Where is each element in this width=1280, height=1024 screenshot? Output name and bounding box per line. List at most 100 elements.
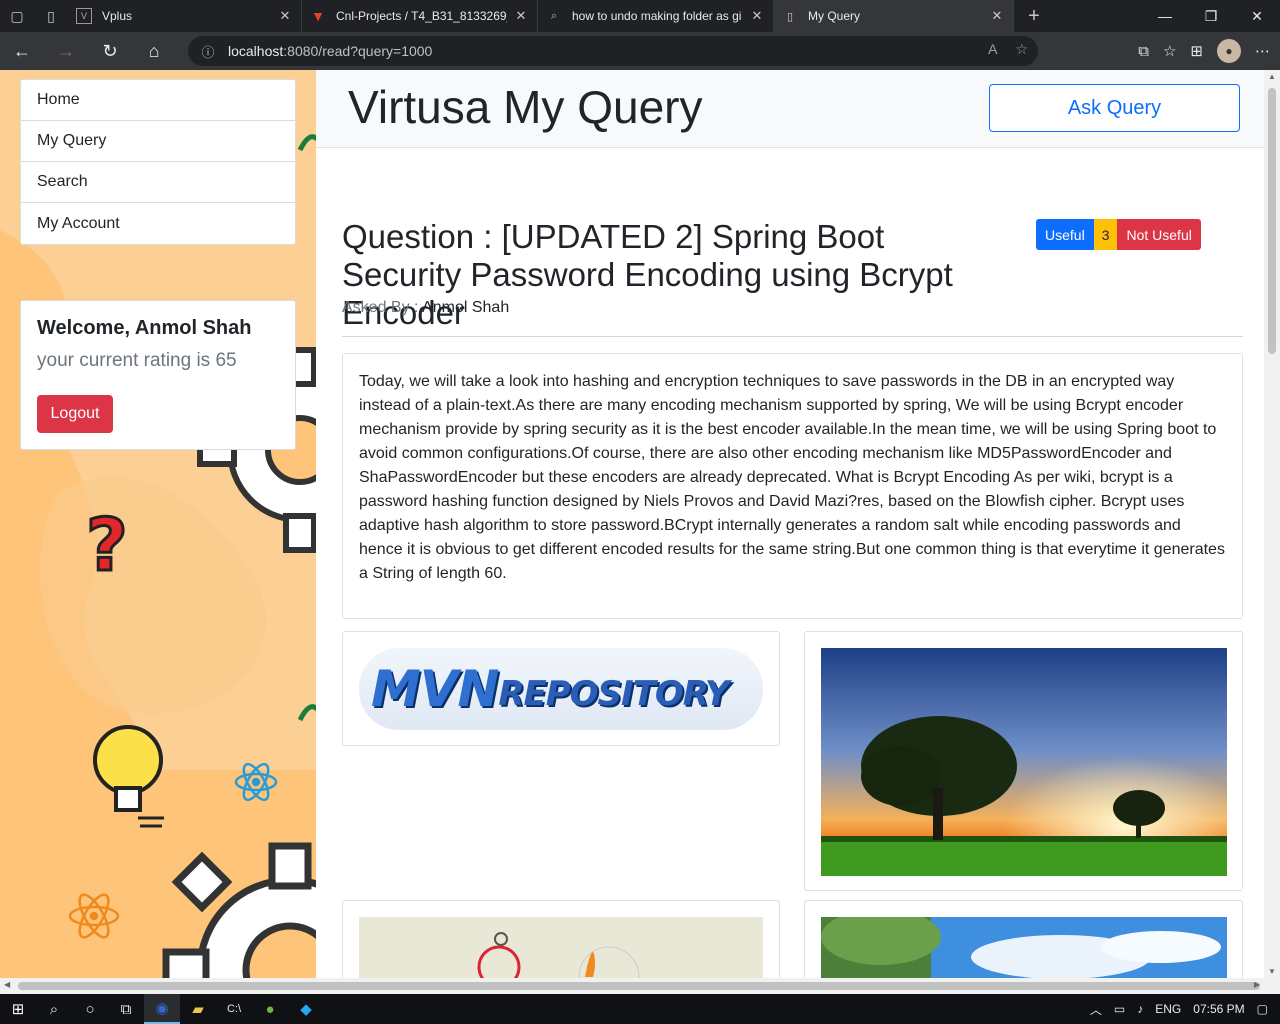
scroll-thumb[interactable] <box>1268 88 1276 354</box>
site-info-icon[interactable]: ⓘ <box>188 42 228 61</box>
asked-by: Asked By : Anmol Shah <box>342 299 509 317</box>
minimize-icon[interactable]: — <box>1142 0 1188 32</box>
gitlab-favicon-icon: ▼ <box>311 8 325 24</box>
more-menu-icon[interactable]: ⋯ <box>1255 42 1270 60</box>
tray-chevron-icon[interactable]: ︿ <box>1090 1001 1102 1018</box>
horizontal-scrollbar[interactable]: ◀ ▶ <box>0 978 1280 994</box>
vscode-icon[interactable]: ◆ <box>288 994 324 1024</box>
image-card-tree[interactable] <box>804 631 1243 891</box>
windows-taskbar: ⊞ ⌕ ○ ⧉ ◉ ▰ C:\ ● ◆ ︿ ▭ ♪ ENG 07:56 PM ▢ <box>0 994 1280 1024</box>
scroll-left-icon[interactable]: ◀ <box>4 980 10 989</box>
close-tab-icon[interactable]: ✕ <box>277 8 293 24</box>
question-body: Today, we will take a look into hashing … <box>342 353 1243 619</box>
lightbulb-icon <box>93 725 164 828</box>
vote-count-badge: 3 <box>1093 219 1118 250</box>
browser-tab-strip: ▢ ▯ V Vplus ✕ ▼ Cnl-Projects / T4_B31_81… <box>0 0 1280 32</box>
close-tab-icon[interactable]: ✕ <box>749 8 765 24</box>
tab-vplus[interactable]: V Vplus ✕ <box>68 0 302 32</box>
close-window-icon[interactable]: ✕ <box>1234 0 1280 32</box>
url-path: :8080/read?query=1000 <box>283 43 433 59</box>
nav-home[interactable]: Home <box>21 80 295 121</box>
network-icon[interactable]: ▭ <box>1114 1002 1125 1016</box>
mvn-logo-text: MVN <box>371 660 499 718</box>
nav-my-account[interactable]: My Account <box>21 203 295 244</box>
tab-title: My Query <box>808 9 861 23</box>
image-card-mvn[interactable]: MVN REPOSITORY <box>342 631 780 746</box>
logout-button[interactable]: Logout <box>37 395 113 433</box>
vote-group: Useful 3 Not Useful <box>1036 219 1201 250</box>
restore-icon[interactable]: ❐ <box>1188 0 1234 32</box>
volume-icon[interactable]: ♪ <box>1137 1002 1143 1016</box>
asked-by-name: Anmol Shah <box>422 299 510 316</box>
rating-text: your current rating is 65 <box>37 350 237 371</box>
cortana-icon[interactable]: ○ <box>72 994 108 1024</box>
system-tray: ︿ ▭ ♪ ENG 07:56 PM ▢ <box>1090 994 1280 1024</box>
task-view-icon[interactable]: ⧉ <box>108 994 144 1024</box>
useful-button[interactable]: Useful <box>1036 219 1094 250</box>
vertical-scrollbar[interactable]: ▲ ▼ <box>1264 70 1280 978</box>
close-tab-icon[interactable]: ✕ <box>989 8 1005 24</box>
gear-icon <box>162 842 316 978</box>
nav-search[interactable]: Search <box>21 162 295 203</box>
terminal-icon[interactable]: C:\ <box>216 994 252 1024</box>
page-favicon-icon: ▯ <box>786 10 794 23</box>
page-header: Virtusa My Query Ask Query <box>316 70 1264 148</box>
tab-title: Vplus <box>102 9 133 23</box>
read-aloud-icon[interactable]: A <box>988 41 997 58</box>
spring-tool-icon[interactable]: ● <box>252 994 288 1024</box>
address-bar[interactable]: ⓘ localhost :8080/read?query=1000 A ☆ <box>188 36 1038 66</box>
question-prefix: Question : <box>342 218 493 255</box>
language-indicator[interactable]: ENG <box>1155 1002 1181 1016</box>
extensions-icon[interactable]: ⧉ <box>1138 43 1149 60</box>
question-mark-icon: ? <box>85 502 130 589</box>
tab-my-query[interactable]: ▯ My Query ✕ <box>774 0 1014 32</box>
tab-actions-icon[interactable]: ▢ <box>0 0 34 32</box>
url-host: localhost <box>228 43 284 59</box>
sidebar: ? Home My Query Search My Account Welcom… <box>0 70 316 978</box>
welcome-card: Welcome, Anmol Shah your current rating … <box>20 300 296 450</box>
home-icon[interactable]: ⌂ <box>132 32 176 70</box>
clock[interactable]: 07:56 PM <box>1193 1002 1244 1016</box>
favorites-icon[interactable]: ☆ <box>1163 42 1176 60</box>
scroll-thumb[interactable] <box>18 982 1260 990</box>
svg-text:?: ? <box>86 503 128 587</box>
brand-title: Virtusa My Query <box>348 81 703 133</box>
repository-logo-text: REPOSITORY <box>498 674 729 714</box>
tab-title: how to undo making folder as gi <box>572 9 742 23</box>
profile-avatar[interactable]: ● <box>1217 39 1241 63</box>
scroll-right-icon[interactable]: ▶ <box>1254 980 1260 989</box>
sky-image <box>821 917 1227 978</box>
welcome-text: Welcome, Anmol Shah <box>37 317 252 339</box>
add-favorite-icon[interactable]: ☆ <box>1015 41 1028 58</box>
close-tab-icon[interactable]: ✕ <box>513 8 529 24</box>
tab-title: Cnl-Projects / T4_B31_8133269_a <box>336 9 507 23</box>
search-icon[interactable]: ⌕ <box>36 994 72 1024</box>
start-icon[interactable]: ⊞ <box>0 994 36 1024</box>
forward-icon[interactable]: → <box>44 32 88 70</box>
file-explorer-icon[interactable]: ▰ <box>180 994 216 1024</box>
edge-taskbar-icon[interactable]: ◉ <box>144 994 180 1024</box>
back-icon[interactable]: ← <box>0 32 44 70</box>
image-card-illustration[interactable] <box>342 900 780 978</box>
scroll-down-icon[interactable]: ▼ <box>1264 967 1280 976</box>
scroll-up-icon[interactable]: ▲ <box>1264 72 1280 81</box>
ask-query-button[interactable]: Ask Query <box>989 84 1240 132</box>
window-controls: — ❐ ✕ <box>1142 0 1280 32</box>
illustration-image <box>359 917 763 978</box>
workspaces-icon[interactable]: ▯ <box>34 0 68 32</box>
atom-icon <box>68 893 120 939</box>
asked-by-label: Asked By : <box>342 299 419 316</box>
notifications-icon[interactable]: ▢ <box>1257 1002 1268 1016</box>
tab-gitlab[interactable]: ▼ Cnl-Projects / T4_B31_8133269_a ✕ <box>302 0 538 32</box>
not-useful-button[interactable]: Not Useful <box>1117 219 1201 250</box>
new-tab-button[interactable]: + <box>1014 5 1054 28</box>
mvn-repository-logo: MVN REPOSITORY <box>359 648 763 730</box>
divider <box>342 336 1243 337</box>
tree-landscape-image <box>821 648 1227 876</box>
image-card-sky[interactable] <box>804 900 1243 978</box>
refresh-icon[interactable]: ↻ <box>88 32 132 70</box>
collections-icon[interactable]: ⊞ <box>1190 42 1203 60</box>
tab-search[interactable]: ⌕ how to undo making folder as gi ✕ <box>538 0 774 32</box>
search-favicon-icon: ⌕ <box>550 9 558 22</box>
nav-my-query[interactable]: My Query <box>21 121 295 162</box>
